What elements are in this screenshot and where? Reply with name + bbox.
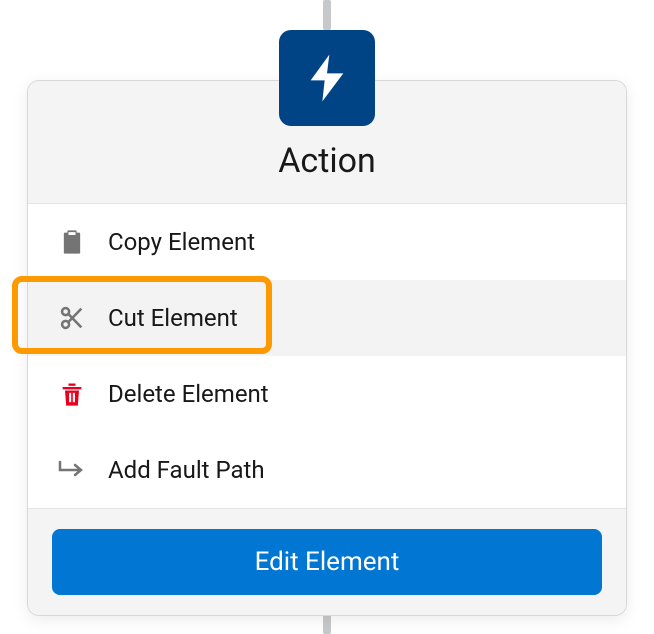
edit-element-button[interactable]: Edit Element bbox=[52, 529, 602, 595]
menu-item-label: Copy Element bbox=[108, 228, 255, 256]
action-node-icon bbox=[279, 30, 375, 126]
fault-path-icon bbox=[56, 454, 88, 486]
menu-item-label: Add Fault Path bbox=[108, 456, 265, 484]
menu-item-label: Delete Element bbox=[108, 380, 269, 408]
popover-title: Action bbox=[28, 141, 626, 181]
scissors-icon bbox=[56, 302, 88, 334]
menu-item-label: Cut Element bbox=[108, 304, 238, 332]
flow-connector-top bbox=[323, 0, 331, 30]
menu-list: Copy Element Cut Element bbox=[28, 204, 626, 508]
trash-icon bbox=[56, 378, 88, 410]
clipboard-icon bbox=[56, 226, 88, 258]
popover-footer: Edit Element bbox=[28, 508, 626, 615]
menu-item-cut[interactable]: Cut Element bbox=[28, 280, 626, 356]
menu-item-delete[interactable]: Delete Element bbox=[28, 356, 626, 432]
lightning-bolt-icon bbox=[299, 50, 355, 106]
menu-item-add-fault-path[interactable]: Add Fault Path bbox=[28, 432, 626, 508]
action-context-menu: Action Copy Element Cut Element bbox=[27, 80, 627, 616]
menu-item-copy[interactable]: Copy Element bbox=[28, 204, 626, 280]
